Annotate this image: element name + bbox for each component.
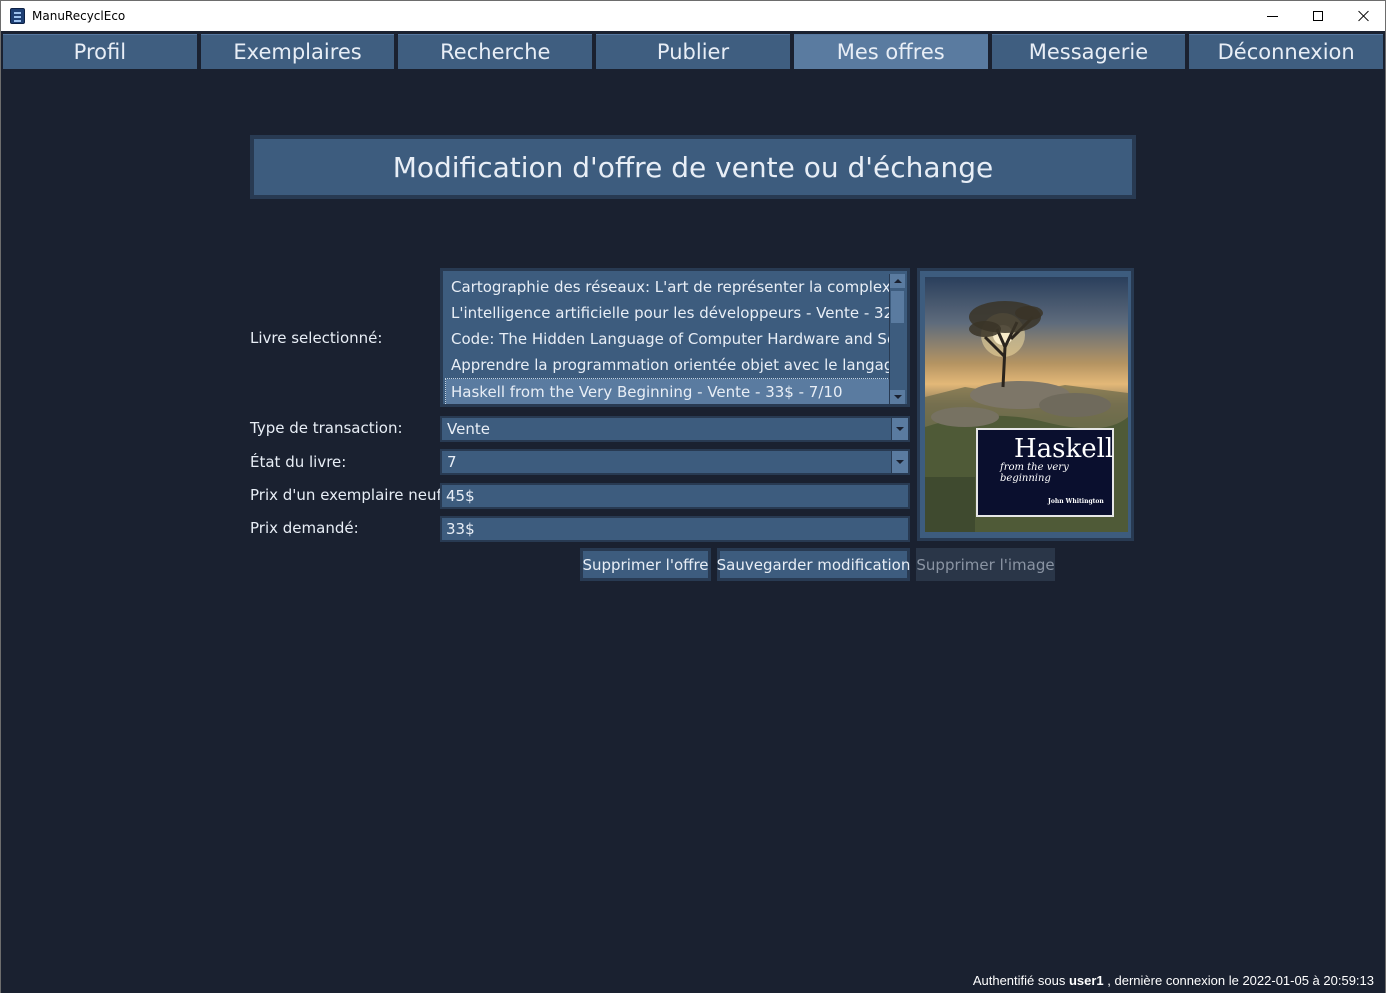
- asked-price-label: Prix demandé:: [250, 519, 359, 537]
- book-cover-image: Haskell from the very beginning John Whi…: [925, 277, 1128, 532]
- close-button[interactable]: [1341, 1, 1386, 31]
- list-item[interactable]: Apprendre la programmation orientée obje…: [446, 352, 889, 378]
- scroll-thumb[interactable]: [891, 291, 904, 323]
- new-price-input[interactable]: 45$: [440, 483, 910, 509]
- save-button[interactable]: Sauvegarder modification: [717, 548, 910, 581]
- tab-exemplaires[interactable]: Exemplaires: [200, 34, 395, 69]
- cover-subtitle: from the very beginning: [1000, 462, 1069, 484]
- cover-title: Haskell: [1014, 434, 1114, 464]
- main-nav: Profil Exemplaires Recherche Publier Mes…: [1, 31, 1385, 71]
- cover-image-frame: Haskell from the very beginning John Whi…: [917, 268, 1134, 541]
- app-icon: [10, 8, 25, 24]
- list-item[interactable]: Cartographie des réseaux: L'art de repré…: [446, 274, 889, 300]
- minimize-button[interactable]: [1249, 1, 1295, 31]
- transaction-value: Vente: [447, 420, 490, 438]
- chevron-down-icon: [896, 460, 904, 464]
- scroll-down-button[interactable]: [890, 390, 905, 404]
- delete-image-button[interactable]: Supprimer l'image: [916, 548, 1055, 581]
- tab-profil[interactable]: Profil: [3, 34, 197, 69]
- list-item[interactable]: L'intelligence artificielle pour les dév…: [446, 300, 889, 326]
- tab-messagerie[interactable]: Messagerie: [991, 34, 1186, 69]
- arrow-down-icon: [893, 395, 902, 399]
- tab-mes-offres[interactable]: Mes offres: [793, 34, 988, 69]
- new-price-label: Prix d'un exemplaire neuf:: [250, 486, 447, 504]
- cover-title-box: Haskell from the very beginning John Whi…: [976, 428, 1114, 517]
- asked-price-input[interactable]: 33$: [440, 516, 910, 542]
- list-scrollbar[interactable]: [889, 274, 905, 404]
- transaction-select[interactable]: Vente: [440, 416, 910, 442]
- book-listbox[interactable]: Cartographie des réseaux: L'art de repré…: [440, 268, 910, 407]
- tab-deconnexion[interactable]: Déconnexion: [1189, 34, 1384, 69]
- status-user: user1: [1068, 973, 1104, 988]
- dropdown-button[interactable]: [891, 451, 908, 473]
- window-title: ManuRecyclEco: [32, 9, 126, 23]
- status-suffix: , dernière connexion le 2022-01-05 à 20:…: [1107, 973, 1374, 988]
- condition-select[interactable]: 7: [440, 449, 910, 475]
- page-title: Modification d'offre de vente ou d'échan…: [250, 135, 1136, 199]
- minimize-icon: [1266, 15, 1278, 17]
- list-item[interactable]: Code: The Hidden Language of Computer Ha…: [446, 326, 889, 352]
- close-icon: [1358, 10, 1370, 22]
- condition-value: 7: [447, 453, 457, 471]
- status-bar: Authentifié sous user1 , dernière connex…: [973, 973, 1374, 988]
- maximize-icon: [1313, 11, 1323, 21]
- delete-offer-button[interactable]: Supprimer l'offre: [580, 548, 711, 581]
- tab-recherche[interactable]: Recherche: [398, 34, 593, 69]
- scroll-up-button[interactable]: [890, 274, 905, 288]
- status-prefix: Authentifié sous: [972, 973, 1066, 988]
- cover-author: John Whitington: [1048, 498, 1104, 505]
- list-item-selected[interactable]: Haskell from the Very Beginning - Vente …: [445, 378, 890, 404]
- book-label: Livre selectionné:: [250, 329, 383, 347]
- window-border-left: [0, 31, 1, 993]
- window-title-bar: ManuRecyclEco: [0, 0, 1386, 31]
- condition-label: État du livre:: [250, 453, 347, 471]
- tab-publier[interactable]: Publier: [596, 34, 790, 69]
- dropdown-button[interactable]: [891, 418, 908, 440]
- maximize-button[interactable]: [1295, 1, 1341, 31]
- chevron-down-icon: [896, 427, 904, 431]
- arrow-up-icon: [893, 279, 902, 283]
- transaction-label: Type de transaction:: [250, 419, 403, 437]
